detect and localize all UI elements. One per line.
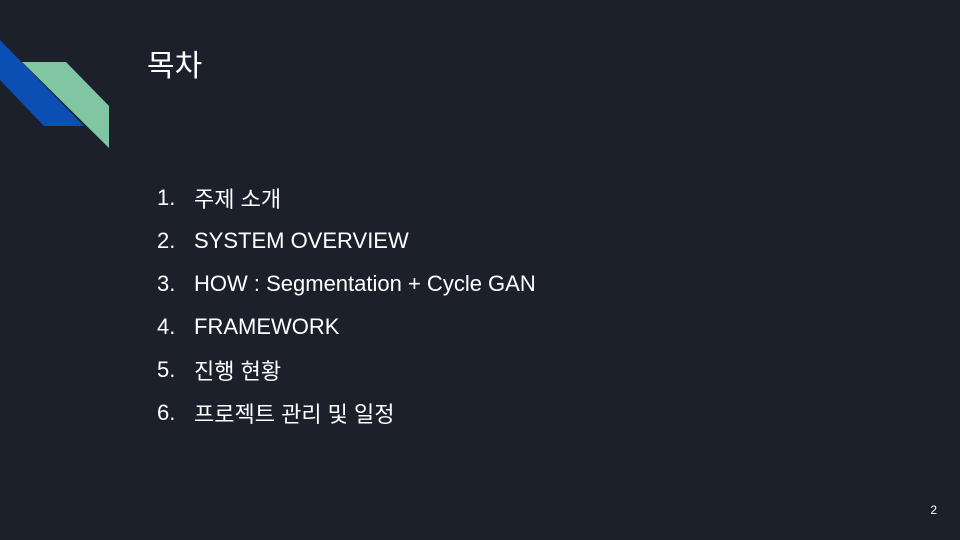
agenda-item-number: 5.	[157, 356, 176, 382]
agenda-item: 4. FRAMEWORK	[157, 305, 536, 348]
corner-decoration	[0, 40, 109, 148]
agenda-list: 1. 주제 소개 2. SYSTEM OVERVIEW 3. HOW : Seg…	[157, 176, 536, 434]
agenda-item-text: 진행 현황	[194, 358, 282, 384]
agenda-item-number: 2.	[157, 227, 176, 253]
slide: 목차 1. 주제 소개 2. SYSTEM OVERVIEW 3. HOW : …	[0, 0, 960, 540]
agenda-item: 5. 진행 현황	[157, 348, 536, 391]
agenda-item-text: FRAMEWORK	[194, 313, 340, 339]
agenda-item: 6. 프로젝트 관리 및 일정	[157, 391, 536, 434]
agenda-item-number: 4.	[157, 313, 176, 339]
agenda-item: 1. 주제 소개	[157, 176, 536, 219]
agenda-item-text: 프로젝트 관리 및 일정	[194, 401, 395, 427]
page-number: 2	[930, 503, 937, 517]
agenda-item-number: 1.	[157, 184, 176, 210]
agenda-item-text: HOW : Segmentation + Cycle GAN	[194, 270, 536, 296]
agenda-item-number: 3.	[157, 270, 176, 296]
agenda-item-text: SYSTEM OVERVIEW	[194, 227, 409, 253]
agenda-item: 2. SYSTEM OVERVIEW	[157, 219, 536, 262]
slide-title: 목차	[147, 49, 203, 84]
agenda-item: 3. HOW : Segmentation + Cycle GAN	[157, 262, 536, 305]
agenda-item-number: 6.	[157, 399, 176, 425]
agenda-item-text: 주제 소개	[194, 186, 282, 212]
